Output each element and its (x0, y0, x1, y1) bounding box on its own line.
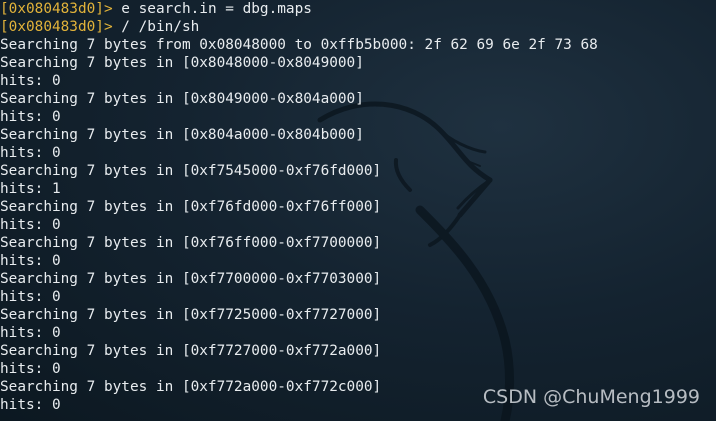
hits-line: hits: 0 (0, 361, 61, 377)
command-line: [0x080483d0]> e search.in = dbg.maps (0, 0, 716, 18)
search-line: Searching 7 bytes in [0xf7545000-0xf76fd… (0, 163, 382, 179)
search-line: Searching 7 bytes in [0x8049000-0x804a00… (0, 91, 364, 107)
search-line: Searching 7 bytes in [0xf7727000-0xf772a… (0, 343, 382, 359)
hits-line: hits: 0 (0, 109, 61, 125)
search-line: Searching 7 bytes in [0x8048000-0x804900… (0, 55, 364, 71)
search-line: Searching 7 bytes in [0x804a000-0x804b00… (0, 127, 364, 143)
terminal-window[interactable]: [0x080483d0]> e search.in = dbg.maps [0x0… (0, 0, 716, 421)
prompt-address: [0x080483d0]> (0, 19, 113, 35)
search-line: Searching 7 bytes from 0x08048000 to 0xf… (0, 37, 598, 53)
terminal-output: [0x080483d0]> e search.in = dbg.maps [0x0… (0, 0, 716, 414)
search-line: Searching 7 bytes in [0xf7700000-0xf7703… (0, 271, 382, 287)
search-line: Searching 7 bytes in [0xf76ff000-0xf7700… (0, 235, 382, 251)
hits-line: hits: 0 (0, 217, 61, 233)
hits-line: hits: 0 (0, 253, 61, 269)
hits-line: hits: 0 (0, 145, 61, 161)
search-line: Searching 7 bytes in [0xf7725000-0xf7727… (0, 307, 382, 323)
command-line: [0x080483d0]> / /bin/sh (0, 18, 716, 36)
prompt-address: [0x080483d0]> (0, 1, 113, 17)
hits-line: hits: 0 (0, 325, 61, 341)
command-text: e search.in = dbg.maps (112, 1, 312, 17)
hits-line: hits: 0 (0, 289, 61, 305)
search-line: Searching 7 bytes in [0xf76fd000-0xf76ff… (0, 199, 382, 215)
hits-line: hits: 1 (0, 181, 61, 197)
command-text: / /bin/sh (112, 19, 200, 35)
hits-line: hits: 0 (0, 73, 61, 89)
csdn-watermark: CSDN @ChuMeng1999 (482, 386, 700, 408)
